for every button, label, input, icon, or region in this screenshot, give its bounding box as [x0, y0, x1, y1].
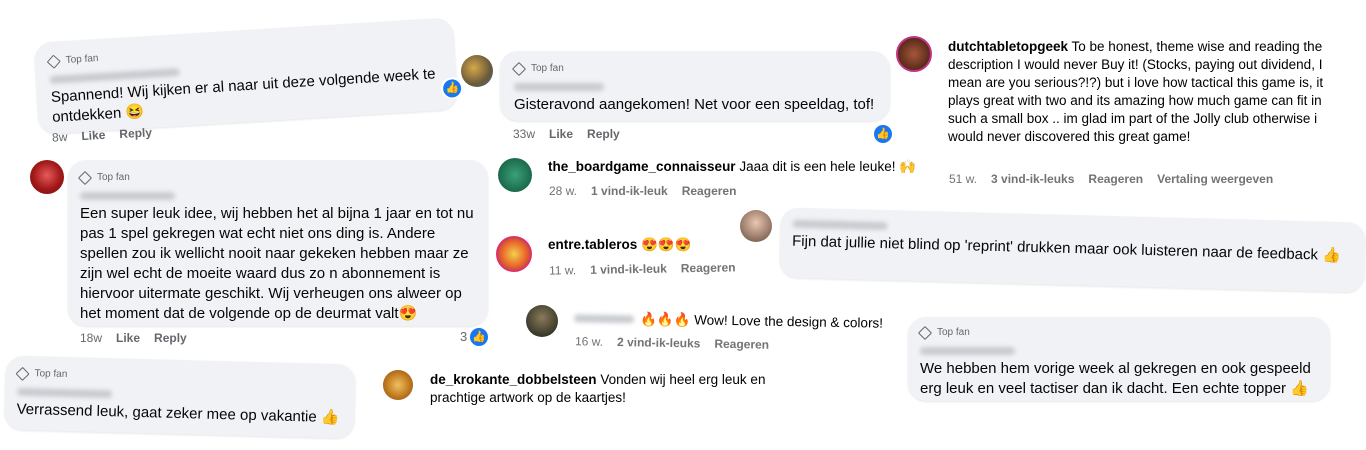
- ig-username[interactable]: the_boardgame_connaisseur: [548, 159, 736, 174]
- ig-comment-text: Jaaa dit is een hele leuke! 🙌: [739, 159, 917, 174]
- ig-meta: 51 w. 3 vind-ik-leuks Reageren Vertaling…: [949, 172, 1274, 186]
- likes-count[interactable]: 2 vind-ik-leuks: [617, 335, 701, 350]
- respond-link[interactable]: Reageren: [1088, 172, 1143, 186]
- translate-link[interactable]: Vertaling weergeven: [1157, 172, 1273, 186]
- ig-meta: 16 w. 2 vind-ik-leuks Reageren: [574, 334, 770, 352]
- ig-username[interactable]: entre.tableros: [548, 237, 637, 252]
- ig-username[interactable]: dutchtabletopgeek: [948, 39, 1068, 54]
- ig-comment-text: To be honest, theme wise and reading the…: [948, 39, 1324, 144]
- comment-bubble: Top fan Een super leuk idee, wij hebben …: [68, 160, 488, 326]
- avatar[interactable]: [496, 236, 532, 272]
- diamond-icon: [15, 366, 30, 381]
- top-fan-badge: Top fan: [15, 364, 343, 393]
- diamond-icon: [917, 325, 933, 341]
- comment-bubble: Top fan Gisteravond aangekomen! Net voor…: [500, 51, 890, 121]
- ig-comment: de_krokante_dobbelsteen Vonden wij heel …: [430, 371, 810, 407]
- comment-bubble: Fijn dat jullie niet blind op 'reprint' …: [779, 207, 1366, 293]
- ig-meta: 28 w. 1 vind-ik-leuk Reageren: [549, 184, 737, 198]
- comment-bubble: Top fan Verrassend leuk, gaat zeker mee …: [4, 355, 356, 439]
- blurred-name: [514, 83, 604, 91]
- avatar[interactable]: [383, 370, 413, 400]
- comment-bubble: Top fan We hebben hem vorige week al gek…: [908, 317, 1330, 401]
- diamond-icon: [46, 54, 61, 69]
- ig-comment-text: 🔥🔥🔥 Wow! Love the design & colors!: [639, 311, 884, 331]
- top-fan-badge: Top fan: [917, 323, 1318, 343]
- respond-link[interactable]: Reageren: [682, 184, 737, 198]
- top-fan-badge: Top fan: [511, 59, 876, 79]
- blurred-name: [920, 347, 1015, 355]
- likes-count[interactable]: 3 vind-ik-leuks: [991, 172, 1074, 186]
- blurred-name: [792, 219, 888, 231]
- ig-comment: the_boardgame_connaisseur Jaaa dit is ee…: [548, 158, 916, 176]
- likes-count[interactable]: 1 vind-ik-leuk: [590, 262, 667, 277]
- respond-link[interactable]: Reageren: [714, 337, 769, 352]
- avatar[interactable]: [30, 160, 64, 194]
- ig-comment: entre.tableros 😍😍😍: [548, 236, 691, 254]
- avatar[interactable]: [526, 305, 558, 337]
- ig-username[interactable]: de_krokante_dobbelsteen: [430, 372, 597, 387]
- comment-text: Fijn dat jullie niet blind op 'reprint' …: [791, 232, 1342, 265]
- comment-meta: 33w Like Reply: [513, 127, 620, 141]
- comment-text: Verrassend leuk, gaat zeker mee op vakan…: [16, 400, 340, 427]
- blurred-name: [16, 387, 113, 399]
- like-reaction-icon[interactable]: 👍: [872, 123, 894, 145]
- avatar[interactable]: [740, 210, 772, 242]
- comment-text: Een super leuk idee, wij hebben het al b…: [80, 205, 474, 322]
- comment-meta: 18w Like Reply: [80, 331, 187, 345]
- avatar[interactable]: [896, 36, 932, 72]
- like-reaction-icon[interactable]: 👍: [440, 76, 464, 101]
- like-link[interactable]: Like: [116, 331, 140, 345]
- reply-link[interactable]: Reply: [154, 331, 187, 345]
- ig-comment: dutchtabletopgeek To be honest, theme wi…: [948, 38, 1343, 146]
- ig-comment-text: 😍😍😍: [641, 237, 692, 252]
- likes-count[interactable]: 1 vind-ik-leuk: [591, 184, 668, 198]
- reply-link[interactable]: Reply: [119, 125, 152, 141]
- diamond-icon: [511, 61, 527, 77]
- avatar[interactable]: [461, 55, 493, 87]
- respond-link[interactable]: Reageren: [681, 260, 736, 275]
- top-fan-badge: Top fan: [46, 28, 440, 72]
- blurred-username: [573, 314, 635, 324]
- ig-comment: 🔥🔥🔥 Wow! Love the design & colors!: [573, 309, 884, 332]
- like-link[interactable]: Like: [81, 128, 106, 143]
- ig-meta: 11 w. 1 vind-ik-leuk Reageren: [548, 260, 736, 278]
- top-fan-badge: Top fan: [77, 168, 476, 188]
- diamond-icon: [77, 170, 93, 186]
- avatar[interactable]: [498, 158, 532, 192]
- like-reaction-icon[interactable]: 👍: [468, 326, 490, 348]
- comment-bubble: Top fan Spannend! Wij kijken er al naar …: [33, 17, 464, 135]
- like-link[interactable]: Like: [549, 127, 573, 141]
- comment-text: Gisteravond aangekomen! Net voor een spe…: [514, 96, 875, 113]
- comment-text: We hebben hem vorige week al gekregen en…: [920, 360, 1311, 397]
- reply-link[interactable]: Reply: [587, 127, 620, 141]
- like-count: 3: [460, 329, 468, 344]
- blurred-name: [80, 192, 175, 200]
